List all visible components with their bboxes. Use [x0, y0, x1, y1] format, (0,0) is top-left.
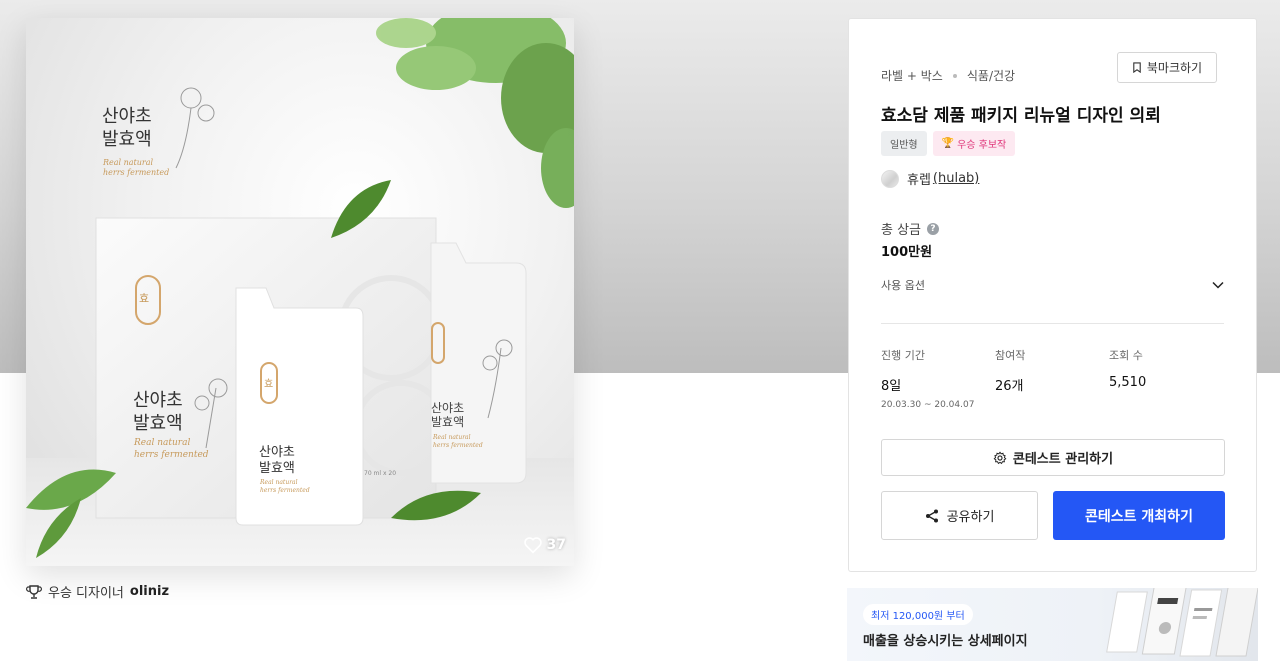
- winner-label: 우승 디자이너: [48, 586, 124, 601]
- usage-options-label: 사용 옵션: [881, 279, 925, 292]
- badge-row: 일반형 🏆 우승 후보작: [881, 131, 1016, 156]
- share-icon: [925, 509, 938, 522]
- stat-period: 진행 기간 8일 20.03.30 ~ 20.04.07: [881, 347, 995, 410]
- winner-designer: 우승 디자이너 oliniz: [26, 582, 169, 601]
- pouch-subtitle: Real natural herrs fermented: [260, 479, 310, 495]
- pouch-title-line1: 산야초: [259, 445, 295, 460]
- box-title: 산야초 발효액: [133, 390, 183, 435]
- back-pouch-title-line2: 발효액: [431, 415, 465, 430]
- product-hero-image[interactable]: 산야초 발효액 Real natural herrs fermented 효 산…: [26, 18, 574, 566]
- manage-contest-button[interactable]: 콘테스트 관리하기: [881, 439, 1225, 476]
- pouch-title-line2: 발효액: [259, 461, 295, 477]
- pouch-volume: 70 ml x 20: [364, 470, 397, 477]
- type-badge: 일반형: [881, 131, 927, 156]
- stat-period-range: 20.03.30 ~ 20.04.07: [881, 400, 975, 410]
- ad-title: 매출을 상승시키는 상세페이지: [863, 634, 1028, 649]
- author-name: 휴렙: [907, 173, 931, 188]
- hero-subtitle-top-line1: Real natural: [103, 158, 154, 167]
- stat-views-label: 조회 수: [1109, 349, 1143, 362]
- ad-preview-image: [1106, 588, 1258, 657]
- bookmark-icon: [1133, 62, 1141, 73]
- help-icon[interactable]: ?: [927, 222, 940, 235]
- prize-label-text: 총 상금: [881, 223, 922, 238]
- stat-period-label: 진행 기간: [881, 349, 925, 362]
- hero-title-top: 산야초 발효액: [102, 106, 182, 151]
- hero-subtitle-top-line2: herrs fermented: [103, 168, 170, 178]
- stat-views: 조회 수 5,510: [1109, 347, 1223, 410]
- winner-name[interactable]: oliniz: [130, 584, 169, 599]
- manage-contest-label: 콘테스트 관리하기: [1012, 452, 1114, 467]
- trophy-emoji-icon: 🏆: [941, 138, 955, 149]
- stat-participants-label: 참여작: [995, 349, 1026, 362]
- ad-price-pill: 최저 120,000원 부터: [863, 604, 973, 625]
- contest-stats: 진행 기간 8일 20.03.30 ~ 20.04.07 참여작 26개 조회 …: [881, 347, 1224, 410]
- prize-value: 100만원: [881, 245, 933, 260]
- contest-info-card: 라벨 + 박스 식품/건강 북마크하기 효소담 제품 패키지 리뉴얼 디자인 의…: [848, 18, 1257, 572]
- host-contest-button[interactable]: 콘테스트 개최하기: [1053, 491, 1225, 540]
- box-title-line2: 발효액: [133, 412, 183, 434]
- avatar: [881, 169, 899, 188]
- box-seal: 효: [139, 292, 150, 305]
- stat-period-value: 8일: [881, 379, 902, 394]
- heart-icon: [523, 537, 542, 554]
- trophy-icon: [26, 584, 42, 599]
- award-badge: 🏆 우승 후보작: [932, 131, 1016, 156]
- divider: [881, 323, 1224, 324]
- usage-options-toggle[interactable]: 사용 옵션: [881, 277, 1224, 293]
- box-subtitle: Real natural herrs fermented: [134, 438, 209, 461]
- award-badge-label: 우승 후보작: [957, 140, 1007, 151]
- back-pouch-subtitle: Real natural herrs fermented: [433, 434, 483, 450]
- like-button[interactable]: 37: [523, 536, 566, 554]
- back-pouch-title: 산야초 발효액: [431, 401, 464, 430]
- breadcrumb: 라벨 + 박스 식품/건강: [881, 67, 1015, 84]
- pouch-title: 산야초 발효액: [259, 445, 295, 478]
- back-pouch-subtitle-line2: herrs fermented: [433, 441, 483, 449]
- box-subtitle-line2: herrs fermented: [134, 449, 209, 460]
- back-pouch-subtitle-line1: Real natural: [433, 434, 471, 441]
- hero-title-top-line1: 산야초: [102, 106, 152, 127]
- bookmark-button[interactable]: 북마크하기: [1117, 52, 1217, 83]
- breadcrumb-separator: [952, 73, 957, 78]
- chevron-down-icon: [1212, 281, 1224, 289]
- like-count: 37: [546, 537, 566, 553]
- share-button[interactable]: 공유하기: [881, 491, 1038, 540]
- contest-title: 효소담 제품 패키지 리뉴얼 디자인 의뢰: [881, 106, 1161, 126]
- breadcrumb-subcategory[interactable]: 식품/건강: [967, 67, 1015, 84]
- share-label: 공유하기: [946, 510, 995, 525]
- bookmark-label: 북마크하기: [1146, 61, 1203, 75]
- pouch-subtitle-line2: herrs fermented: [260, 486, 310, 494]
- stat-participants: 참여작 26개: [995, 347, 1109, 410]
- breadcrumb-category[interactable]: 라벨 + 박스: [881, 67, 943, 84]
- author[interactable]: 휴렙 (hulab): [881, 169, 979, 188]
- stat-views-value: 5,510: [1109, 375, 1147, 390]
- pouch-subtitle-line1: Real natural: [260, 479, 298, 486]
- stat-participants-value: 26개: [995, 379, 1024, 394]
- author-handle[interactable]: (hulab): [933, 171, 979, 186]
- box-subtitle-line1: Real natural: [134, 438, 191, 448]
- hero-title-top-line2: 발효액: [102, 128, 152, 150]
- box-title-line1: 산야초: [133, 390, 183, 411]
- prize-label: 총 상금 ?: [881, 219, 940, 238]
- back-pouch-title-line1: 산야초: [431, 401, 465, 415]
- pouch-seal: 효: [264, 379, 274, 390]
- ad-banner[interactable]: 최저 120,000원 부터 매출을 상승시키는 상세페이지: [847, 588, 1258, 661]
- hero-subtitle-top: Real natural herrs fermented: [103, 158, 169, 179]
- gear-icon: [993, 451, 1007, 464]
